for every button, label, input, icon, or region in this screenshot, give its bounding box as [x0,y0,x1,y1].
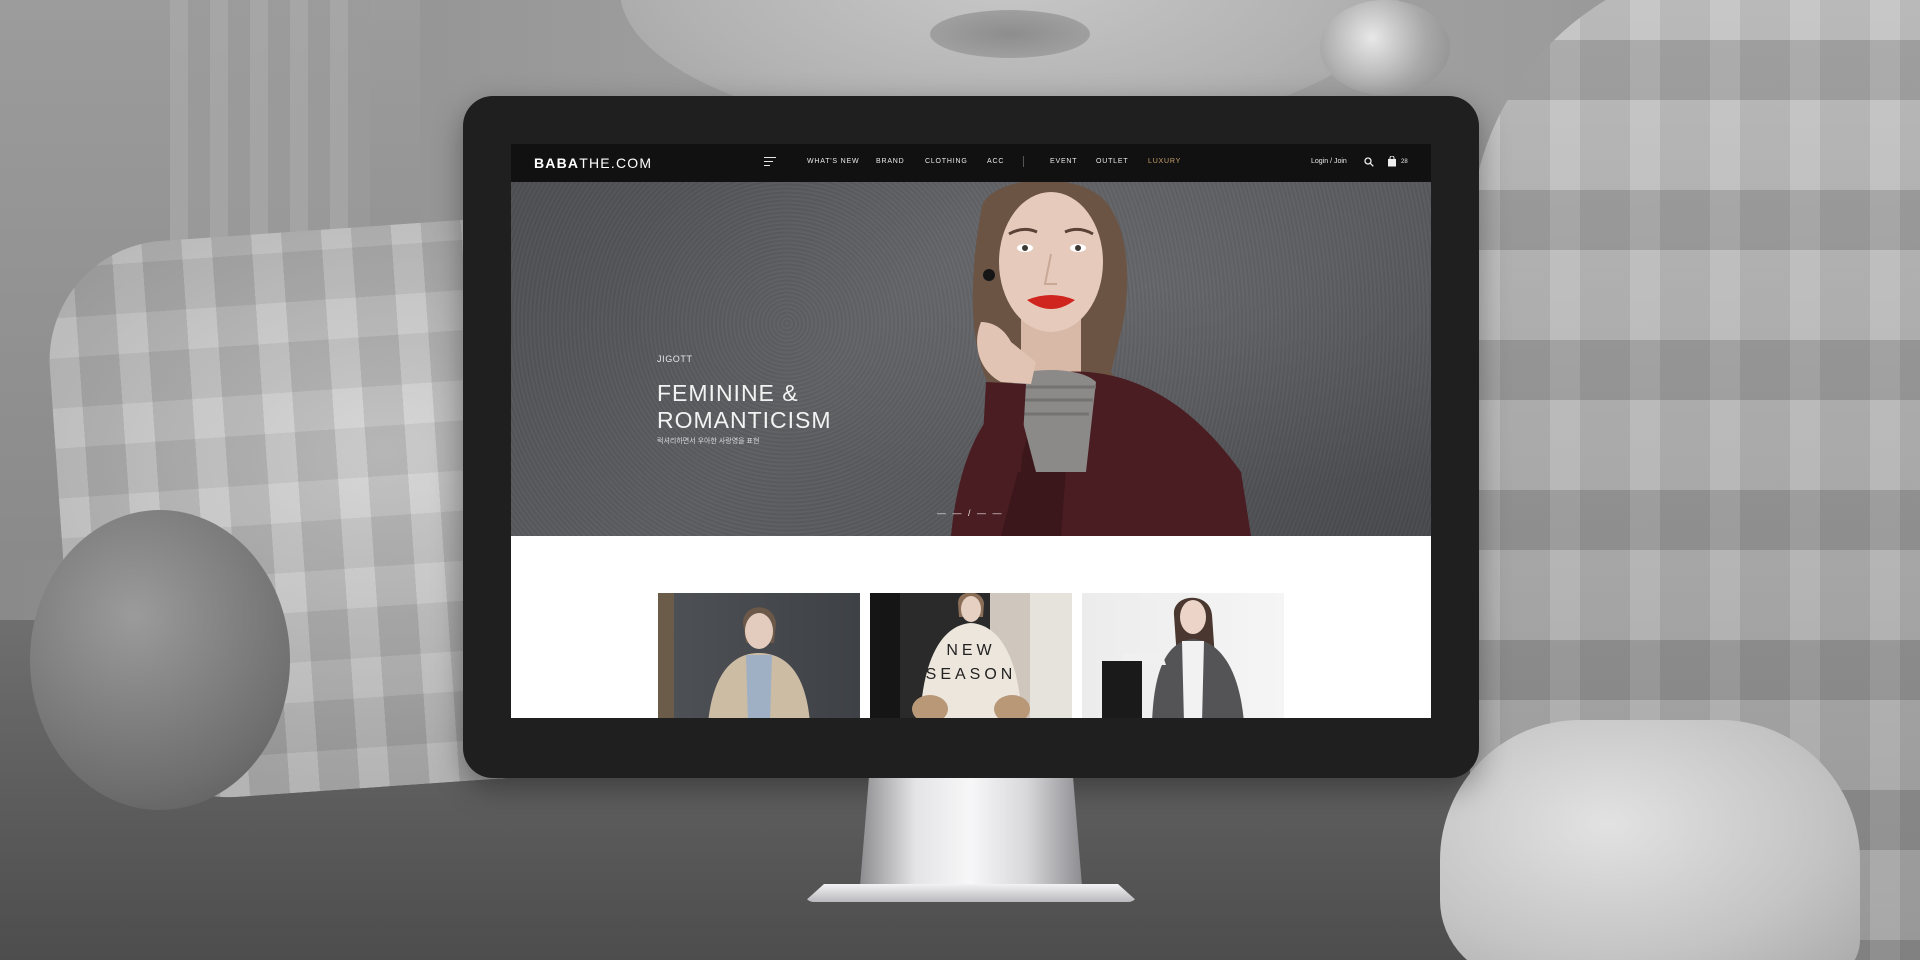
featured-card-3[interactable] [1082,593,1284,718]
new-season-label: NEW SEASON [870,639,1072,687]
hero-subtitle: 럭셔리하면서 우아한 사랑영을 표현 [657,438,760,445]
background-wooden-ball [30,510,290,810]
featured-section: NEW SEASON [511,536,1431,718]
nav-acc[interactable]: ACC [987,158,1004,165]
background-earring [1320,0,1450,95]
hero-banner[interactable]: JIGOTT FEMININE & ROMANTICISM 럭셔리하면서 우아한… [511,182,1431,536]
new-season-line1: NEW [946,642,996,659]
nav-luxury[interactable]: LUXURY [1148,158,1181,165]
logo-bold-text: BABA [534,155,580,171]
monitor-stand-base [804,884,1138,902]
shopping-bag-icon[interactable] [1387,156,1397,167]
new-season-line2: SEASON [925,666,1017,683]
hero-title-line1: FEMININE & [657,380,799,406]
hero-brand-label: JIGOTT [657,354,693,364]
nav-outlet[interactable]: OUTLET [1096,158,1128,165]
nav-event[interactable]: EVENT [1050,158,1077,165]
monitor-stand [860,778,1082,886]
hero-slide-pager[interactable]: — — / — — [937,508,1004,518]
hero-model-image [951,182,1251,536]
hero-title: FEMININE & ROMANTICISM [657,380,897,434]
background-curtain [170,0,370,260]
featured-card-1[interactable] [658,593,860,718]
top-navigation: BABATHE.COM WHAT'S NEW BRAND CLOTHING AC… [511,144,1431,182]
hero-title-line2: ROMANTICISM [657,407,832,433]
nav-brand[interactable]: BRAND [876,158,905,165]
search-icon[interactable] [1364,157,1374,167]
site-logo[interactable]: BABATHE.COM [534,155,652,171]
background-lips [930,10,1090,58]
nav-divider [1023,156,1024,167]
hamburger-menu-icon[interactable] [764,157,776,167]
background-hand [1440,720,1860,960]
featured-card-1-image [708,607,810,718]
nav-whats-new[interactable]: WHAT'S NEW [807,158,859,165]
website-screen: BABATHE.COM WHAT'S NEW BRAND CLOTHING AC… [511,144,1431,718]
logo-rest-text: THE.COM [579,155,653,171]
login-join-link[interactable]: Login / Join [1311,158,1347,165]
featured-card-3-image [1102,597,1244,718]
featured-card-new-season[interactable]: NEW SEASON [870,593,1072,718]
cart-count-badge: 28 [1401,159,1408,165]
nav-clothing[interactable]: CLOTHING [925,158,968,165]
